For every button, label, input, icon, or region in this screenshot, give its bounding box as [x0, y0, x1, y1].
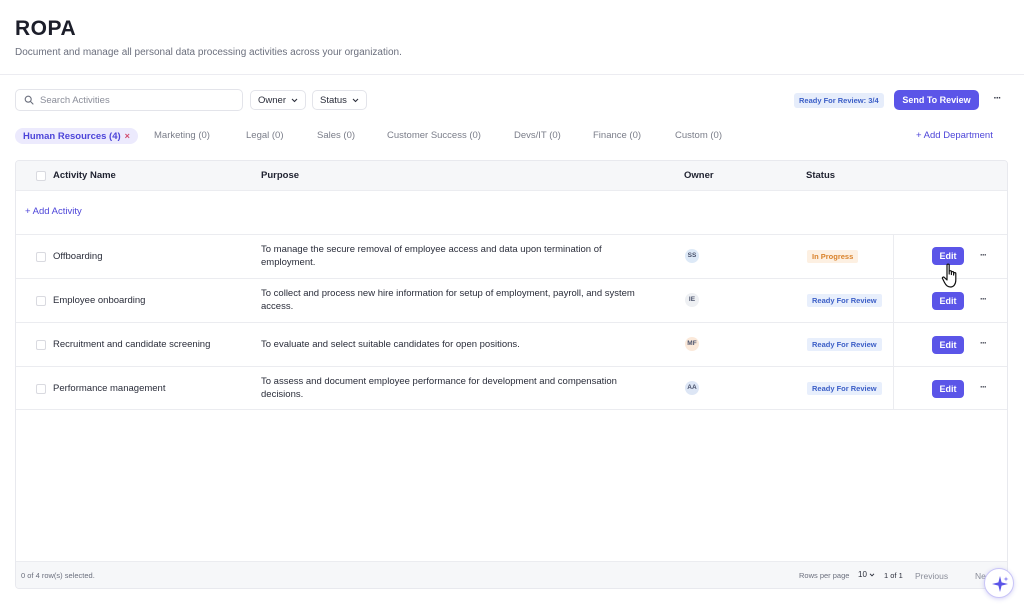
row-more-icon[interactable]: ··· — [977, 338, 989, 348]
tab-customer-success[interactable]: Customer Success (0) — [387, 128, 481, 144]
activity-purpose: To collect and process new hire informat… — [261, 288, 635, 312]
tab-sales[interactable]: Sales (0) — [317, 128, 355, 144]
tab-legal[interactable]: Legal (0) — [246, 128, 284, 144]
table-row[interactable]: Employee onboarding To collect and proce… — [16, 278, 1007, 322]
status-badge: In Progress — [807, 250, 859, 263]
column-header-owner[interactable]: Owner — [684, 161, 714, 191]
close-icon[interactable]: × — [125, 131, 130, 141]
rows-per-page-label: Rows per page — [799, 571, 850, 580]
row-more-icon[interactable]: ··· — [977, 382, 989, 392]
row-checkbox[interactable] — [36, 340, 46, 350]
table-row[interactable]: Recruitment and candidate screening To e… — [16, 322, 1007, 366]
ai-assistant-button[interactable] — [984, 568, 1014, 598]
row-more-icon[interactable]: ··· — [977, 294, 989, 304]
rows-per-page-select[interactable]: 10 — [858, 570, 875, 579]
rows-per-page-value: 10 — [858, 570, 867, 579]
tab-finance[interactable]: Finance (0) — [593, 128, 641, 144]
table-footer: 0 of 4 row(s) selected. Rows per page 10… — [16, 561, 1007, 588]
status-badge: Ready For Review — [807, 338, 882, 351]
previous-page-button[interactable]: Previous — [915, 571, 948, 581]
activity-name: Employee onboarding — [53, 295, 146, 306]
search-box[interactable] — [15, 89, 243, 111]
column-header-purpose[interactable]: Purpose — [261, 161, 299, 191]
row-checkbox[interactable] — [36, 296, 46, 306]
chevron-down-icon — [352, 98, 359, 102]
owner-avatar: MF — [685, 337, 699, 351]
ready-for-review-badge: Ready For Review: 3/4 — [794, 93, 884, 108]
table-row[interactable]: Performance management To assess and doc… — [16, 366, 1007, 410]
owner-filter-button[interactable]: Owner — [250, 90, 306, 110]
search-icon — [24, 95, 34, 105]
selected-rows-count: 0 of 4 row(s) selected. — [21, 571, 95, 580]
activity-purpose: To assess and document employee performa… — [261, 376, 617, 400]
row-checkbox[interactable] — [36, 384, 46, 394]
add-activity-button[interactable]: + Add Activity — [25, 206, 82, 217]
tab-devs-it[interactable]: Devs/IT (0) — [514, 128, 561, 144]
page-title: ROPA — [15, 17, 77, 40]
tab-label: Human Resources (4) — [23, 131, 121, 142]
row-more-icon[interactable]: ··· — [977, 250, 989, 260]
tab-custom[interactable]: Custom (0) — [675, 128, 722, 144]
owner-avatar: AA — [685, 381, 699, 395]
page-indicator: 1 of 1 — [884, 571, 903, 580]
column-header-status[interactable]: Status — [806, 161, 835, 191]
row-checkbox[interactable] — [36, 252, 46, 262]
status-filter-button[interactable]: Status — [312, 90, 367, 110]
owner-avatar: IE — [685, 293, 699, 307]
table-header: Activity Name Purpose Owner Status — [16, 161, 1007, 191]
chevron-down-icon — [869, 573, 875, 577]
tab-marketing[interactable]: Marketing (0) — [154, 128, 210, 144]
select-all-checkbox[interactable] — [36, 171, 46, 181]
send-to-review-button[interactable]: Send To Review — [894, 90, 979, 110]
hand-cursor-icon — [941, 263, 957, 288]
tab-human-resources[interactable]: Human Resources (4) × — [15, 128, 138, 144]
table-row[interactable]: Offboarding To manage the secure removal… — [16, 234, 1007, 278]
edit-button[interactable]: Edit — [932, 292, 964, 310]
owner-filter-label: Owner — [258, 94, 286, 106]
search-input[interactable] — [40, 92, 236, 108]
owner-avatar: SS — [685, 249, 699, 263]
chevron-down-icon — [291, 98, 298, 102]
add-department-button[interactable]: + Add Department — [916, 128, 993, 144]
page-header: ROPA Document and manage all personal da… — [0, 0, 1024, 75]
activity-purpose: To evaluate and select suitable candidat… — [261, 339, 520, 350]
status-badge: Ready For Review — [807, 294, 882, 307]
more-options-icon[interactable]: ··· — [990, 92, 1004, 106]
status-badge: Ready For Review — [807, 382, 882, 395]
column-header-activity-name[interactable]: Activity Name — [53, 161, 116, 191]
activities-table: Activity Name Purpose Owner Status + Add… — [15, 160, 1008, 589]
edit-button[interactable]: Edit — [932, 336, 964, 354]
activity-name: Recruitment and candidate screening — [53, 339, 211, 350]
activity-name: Offboarding — [53, 251, 103, 262]
activity-name: Performance management — [53, 383, 166, 394]
page-subtitle: Document and manage all personal data pr… — [15, 47, 402, 58]
activity-purpose: To manage the secure removal of employee… — [261, 244, 602, 268]
status-filter-label: Status — [320, 94, 347, 106]
edit-button[interactable]: Edit — [932, 380, 964, 398]
sparkle-icon — [992, 576, 1009, 592]
